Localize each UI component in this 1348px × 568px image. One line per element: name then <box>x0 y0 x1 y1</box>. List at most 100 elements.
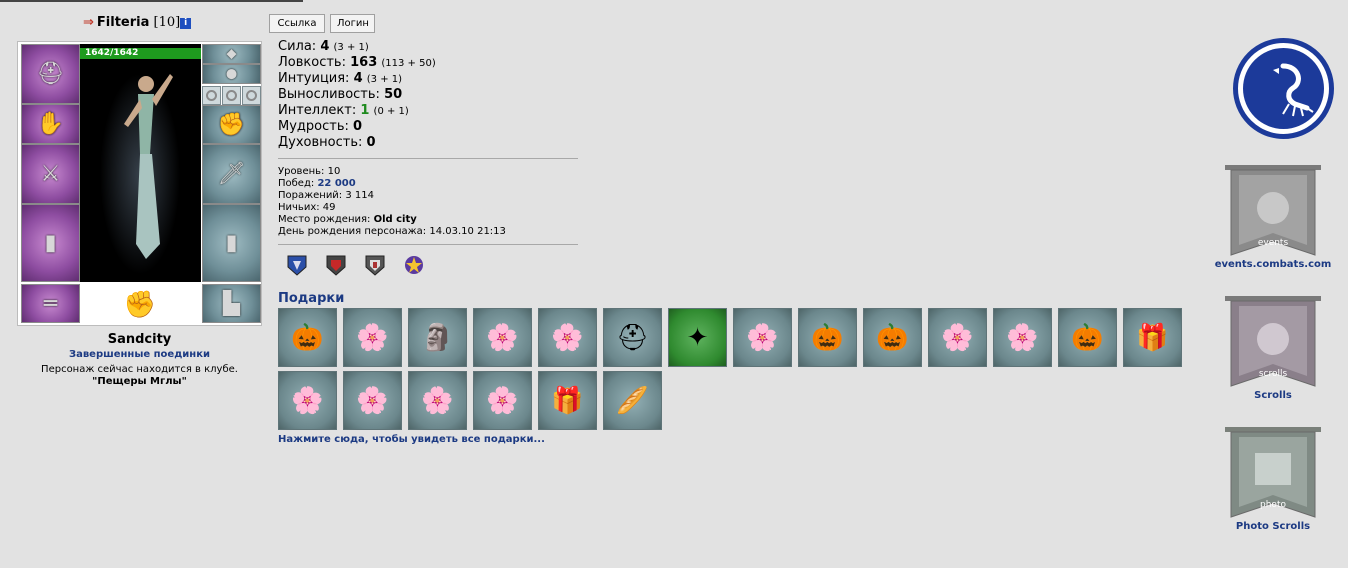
stat-value: 163 <box>350 55 378 70</box>
armor-slot[interactable]: ▮ <box>21 204 80 282</box>
flower-icon: 🌸 <box>551 322 584 353</box>
flower-gift[interactable]: 🌸 <box>928 308 987 367</box>
ring-slot-3[interactable] <box>242 86 261 105</box>
bread-gift[interactable]: 🥖 <box>603 371 662 430</box>
flower-icon: 🌸 <box>291 385 324 416</box>
events-link[interactable]: events.combats.com <box>1208 259 1338 270</box>
badge-shield-red-icon[interactable] <box>325 253 347 277</box>
info-value: 49 <box>322 202 336 213</box>
stat-label: Интуиция: <box>278 71 350 86</box>
sword-icon: 🗡 <box>217 161 246 187</box>
belt-icon: ═ <box>43 291 58 316</box>
flower-icon: 🌸 <box>486 322 519 353</box>
photo-scrolls-link[interactable]: Photo Scrolls <box>1213 521 1333 532</box>
flower-icon: 🌸 <box>421 385 454 416</box>
photo-scrolls-banner[interactable]: photo <box>1223 425 1323 520</box>
stat-row: Интуиция: 4 (3 + 1) <box>278 71 436 87</box>
location-status: Персонаж сейчас находится в клубе. <box>41 364 238 375</box>
flower-gift[interactable]: 🌸 <box>278 371 337 430</box>
belt-slot[interactable]: ═ <box>21 284 80 323</box>
toys-gift[interactable]: 🎁 <box>538 371 597 430</box>
earrings-slot[interactable]: ◆ <box>202 44 261 64</box>
axe-icon: ⚔ <box>40 161 61 187</box>
level-row: Уровень: 10 <box>278 166 506 178</box>
pumpkin-gift[interactable]: 🎃 <box>278 308 337 367</box>
boots-icon: ▙ <box>223 291 240 316</box>
boots-slot[interactable]: ▙ <box>202 284 261 323</box>
helmet-icon: ⛑ <box>36 61 65 87</box>
gloves-slot[interactable]: ✊ <box>202 105 261 144</box>
info-value: 10 <box>327 166 341 177</box>
scorpion-icon <box>1273 63 1314 117</box>
finished-fights-link[interactable]: Завершенные поединки <box>17 349 262 360</box>
leggings-icon: ▮ <box>225 230 238 256</box>
toys-icon: 🎁 <box>1136 322 1169 353</box>
character-figure <box>100 74 180 274</box>
ring-icon <box>206 90 217 101</box>
info-icon[interactable]: i <box>180 18 192 29</box>
flower-gift[interactable]: 🌸 <box>993 308 1052 367</box>
flower-gift[interactable]: 🌸 <box>408 371 467 430</box>
birthplace-row: Место рождения: Old city <box>278 214 506 226</box>
flower-gift[interactable]: 🌸 <box>343 371 402 430</box>
stat-value: 4 <box>320 39 330 54</box>
stat-detail: (113 + 50) <box>381 58 436 69</box>
divider <box>278 244 578 245</box>
helmet-slot[interactable]: ⛑ <box>21 44 80 104</box>
flower-gift[interactable]: 🌸 <box>473 308 532 367</box>
pumpkin-gift[interactable]: 🎃 <box>863 308 922 367</box>
character-info: Уровень: 10 Побед: 22 000 Поражений: 3 1… <box>278 166 506 238</box>
weapon-slot[interactable]: ⚔ <box>21 144 80 204</box>
helmet-icon: ⛑ <box>615 322 650 353</box>
ring-slot-2[interactable] <box>222 86 241 105</box>
pumpkin-gift[interactable]: 🎃 <box>798 308 857 367</box>
info-label: День рождения персонажа: <box>278 226 427 237</box>
hp-bar: 1642/1642 <box>80 48 201 59</box>
flower-icon: 🌸 <box>1006 322 1039 353</box>
events-banner-text: events <box>1258 238 1289 248</box>
stat-value: 4 <box>353 71 363 86</box>
see-all-gifts-link[interactable]: Нажмите сюда, чтобы увидеть все подарки.… <box>278 434 545 445</box>
link-button[interactable]: Ссылка <box>269 14 325 33</box>
helmet-gift[interactable]: ⛑ <box>603 308 662 367</box>
flower-gift[interactable]: 🌸 <box>343 308 402 367</box>
flower-icon: 🌸 <box>356 385 389 416</box>
character-header: ⇒ Filteria [10] i <box>83 15 192 33</box>
amulet-slot[interactable]: ● <box>202 64 261 84</box>
offhand-slot[interactable]: 🗡 <box>202 144 261 204</box>
birthday-row: День рождения персонажа: 14.03.10 21:13 <box>278 226 506 238</box>
toys-gift[interactable]: 🎁 <box>1123 308 1182 367</box>
info-label: Поражений: <box>278 190 343 201</box>
badge-shield-blue-icon[interactable] <box>286 253 308 277</box>
flower-icon: 🌸 <box>356 322 389 353</box>
scrolls-link[interactable]: Scrolls <box>1223 390 1323 401</box>
bread-icon: 🥖 <box>616 385 649 416</box>
stat-label: Выносливость: <box>278 87 380 102</box>
banner-gift[interactable]: ✦ <box>668 308 727 367</box>
character-portrait: 1642/1642 <box>80 44 201 282</box>
legs-slot[interactable]: ▮ <box>202 204 261 282</box>
badge-star-icon[interactable] <box>403 253 425 277</box>
flower-gift[interactable]: 🌸 <box>733 308 792 367</box>
top-strip <box>0 0 1348 3</box>
bracers-slot[interactable]: ✋ <box>21 104 80 144</box>
ring-icon <box>246 90 257 101</box>
stat-label: Духовность: <box>278 135 363 150</box>
pumpkin-gift[interactable]: 🎃 <box>1058 308 1117 367</box>
login-button[interactable]: Логин <box>330 14 375 33</box>
pumpkin-icon: 🎃 <box>811 322 844 353</box>
events-banner[interactable]: events <box>1223 163 1323 258</box>
stat-value: 50 <box>384 87 403 102</box>
scrolls-banner[interactable]: scrolls <box>1223 294 1323 389</box>
badge-shield-dark-icon[interactable] <box>364 253 386 277</box>
statue-gift[interactable]: 🗿 <box>408 308 467 367</box>
pumpkin-icon: 🎃 <box>1071 322 1104 353</box>
losses-row: Поражений: 3 114 <box>278 190 506 202</box>
flower-gift[interactable]: 🌸 <box>538 308 597 367</box>
bracers-icon: ✋ <box>36 111 65 137</box>
flower-gift[interactable]: 🌸 <box>473 371 532 430</box>
toys-icon: 🎁 <box>551 385 584 416</box>
ring-slot-1[interactable] <box>202 86 221 105</box>
info-value[interactable]: 22 000 <box>317 178 355 189</box>
scorpion-logo[interactable] <box>1233 38 1334 139</box>
